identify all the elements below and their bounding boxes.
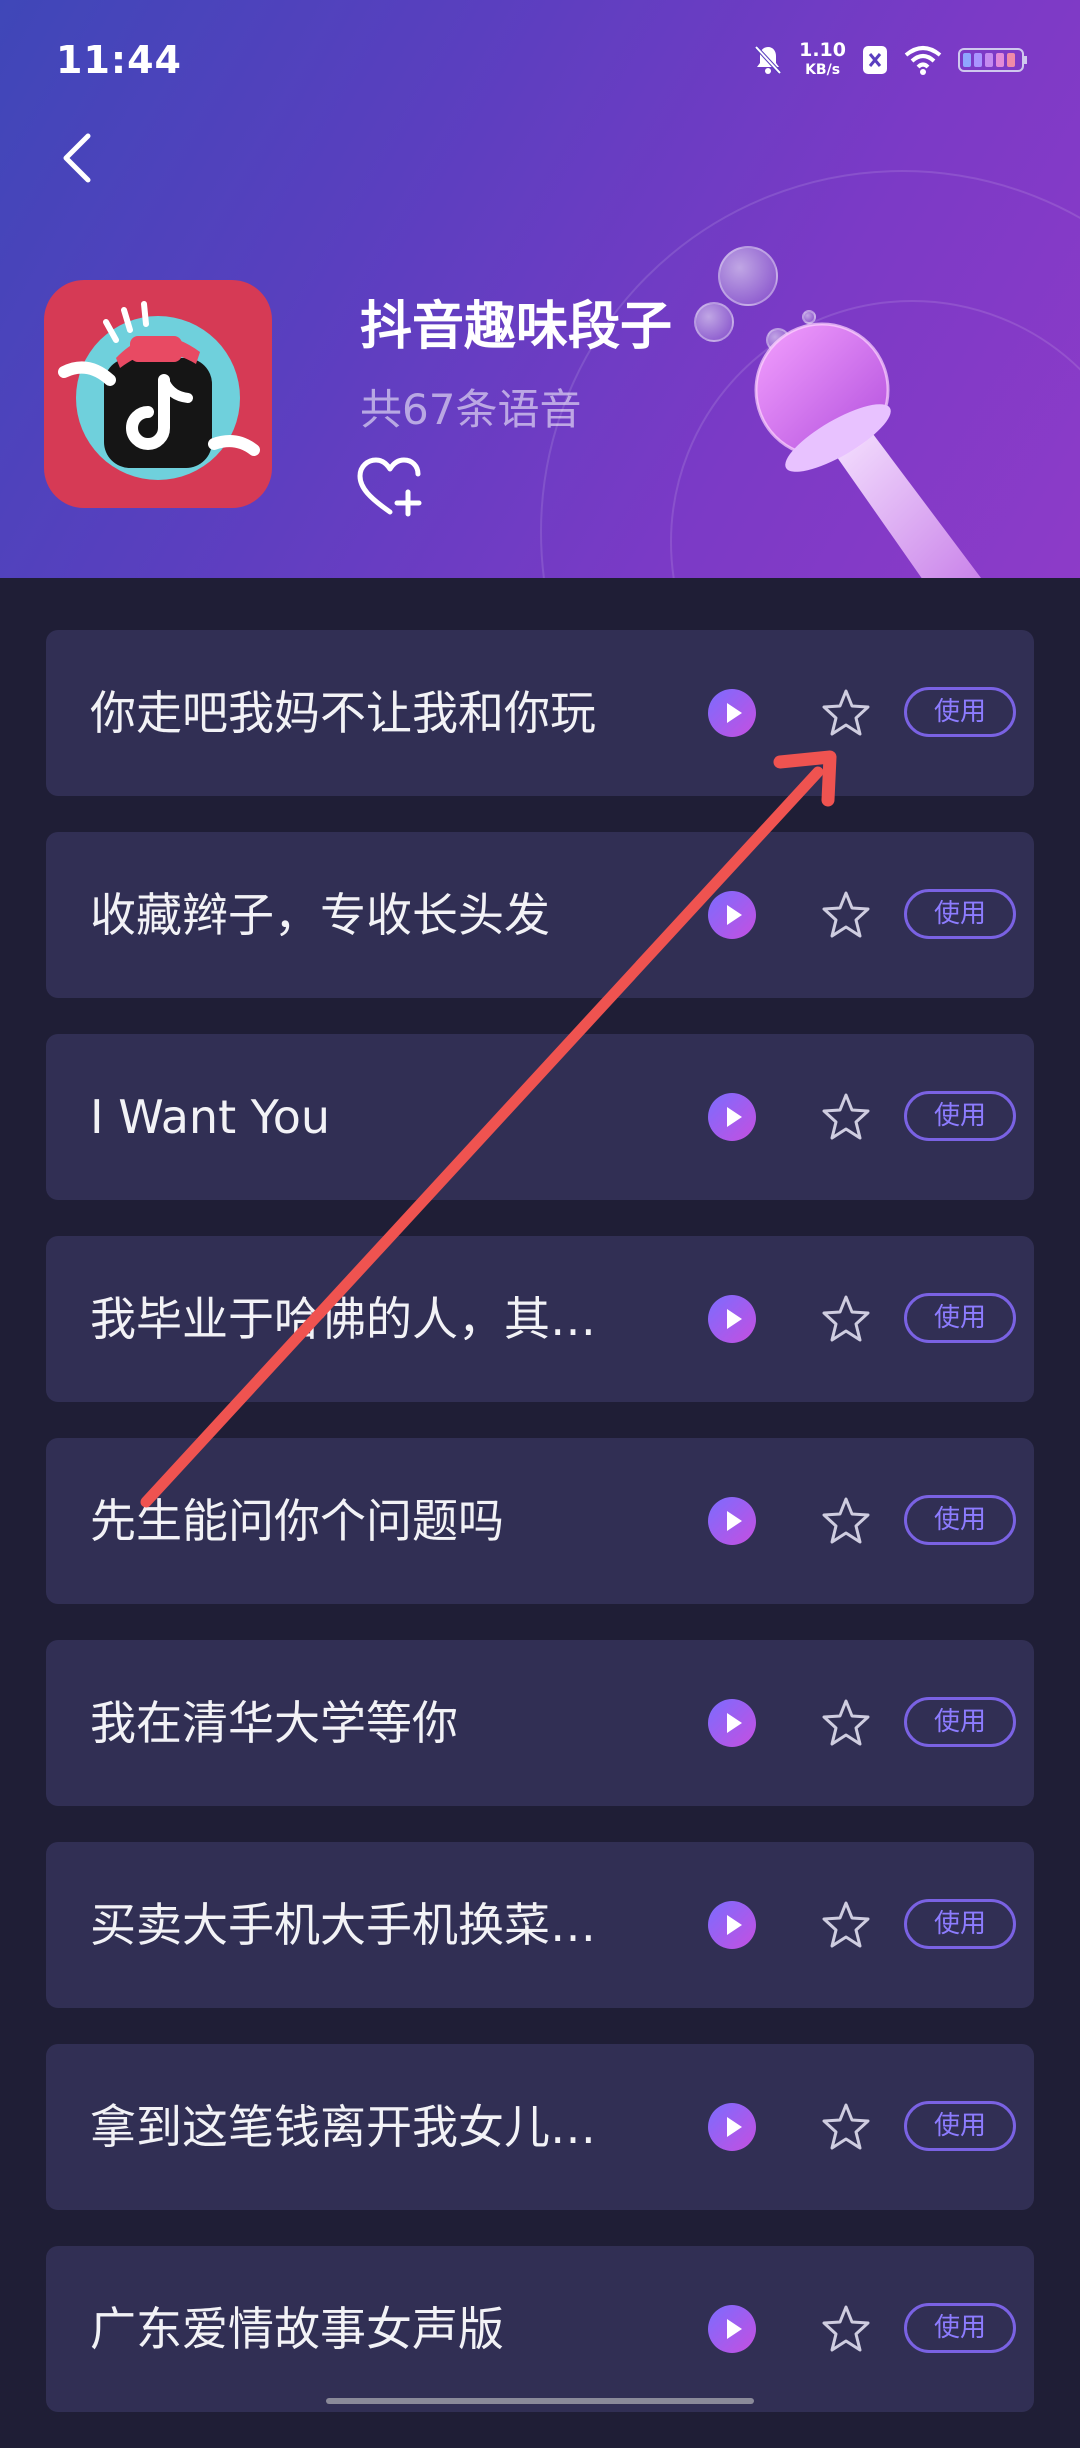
list-item: 拿到这笔钱离开我女儿… 使用 [46,2044,1034,2210]
list-item: 买卖大手机大手机换菜… 使用 [46,1842,1034,2008]
list-item: 收藏辫子，专收长头发 使用 [46,832,1034,998]
status-time: 11:44 [56,38,182,82]
voice-title[interactable]: 广东爱情故事女声版 [90,2246,504,2412]
voice-title[interactable]: 我在清华大学等你 [90,1640,458,1806]
status-icons: 1.10 KB/s [753,40,1028,80]
voice-title[interactable]: 我毕业于哈佛的人，其… [90,1236,596,1402]
battery-icon [958,48,1027,72]
play-icon[interactable] [708,1699,756,1747]
star-icon[interactable] [820,1294,872,1344]
voice-list: 你走吧我妈不让我和你玩 使用 收藏辫子，专收长头发 使用 I Want You … [46,630,1034,2448]
decor-bubble [694,302,734,342]
star-icon[interactable] [820,2304,872,2354]
list-item: 先生能问你个问题吗 使用 [46,1438,1034,1604]
play-icon[interactable] [708,891,756,939]
voice-title[interactable]: 先生能问你个问题吗 [90,1438,504,1604]
page-title: 抖音趣味段子 [360,297,673,357]
voice-count: 共67条语音 [360,385,582,434]
list-item: 我在清华大学等你 使用 [46,1640,1034,1806]
play-icon[interactable] [708,1093,756,1141]
voice-title[interactable]: 拿到这笔钱离开我女儿… [90,2044,596,2210]
status-bar: 11:44 1.10 KB/s [0,0,1080,120]
mute-bell-icon [754,45,782,75]
play-icon[interactable] [708,1295,756,1343]
star-icon[interactable] [820,1900,872,1950]
back-arrow-icon[interactable] [54,128,102,188]
use-button[interactable]: 使用 [904,687,1016,737]
star-icon[interactable] [820,688,872,738]
voice-title[interactable]: 买卖大手机大手机换菜… [90,1842,596,2008]
use-button[interactable]: 使用 [904,2101,1016,2151]
use-button[interactable]: 使用 [904,1697,1016,1747]
net-speed: 1.10 KB/s [799,40,846,80]
sim-icon [863,46,887,74]
use-button[interactable]: 使用 [904,889,1016,939]
use-button[interactable]: 使用 [904,1293,1016,1343]
use-button[interactable]: 使用 [904,2303,1016,2353]
play-icon[interactable] [708,689,756,737]
home-indicator[interactable] [326,2398,754,2404]
play-icon[interactable] [708,2103,756,2151]
use-button[interactable]: 使用 [904,1495,1016,1545]
play-icon[interactable] [708,1901,756,1949]
play-icon[interactable] [708,1497,756,1545]
star-icon[interactable] [820,1496,872,1546]
use-button[interactable]: 使用 [904,1899,1016,1949]
douyin-logo-icon [58,301,260,480]
list-item: 广东爱情故事女声版 使用 [46,2246,1034,2412]
voice-title[interactable]: 你走吧我妈不让我和你玩 [90,630,596,796]
header-banner: 11:44 1.10 KB/s 抖音趣味段子 共67条语音 [0,0,1080,578]
use-button[interactable]: 使用 [904,1091,1016,1141]
decor-bubble [718,246,778,306]
voice-title[interactable]: I Want You [90,1034,330,1200]
play-icon[interactable] [708,2305,756,2353]
net-speed-value: 1.10 [799,39,846,61]
microphone-illustration [754,322,981,578]
wifi-icon [904,46,942,75]
star-icon[interactable] [820,1092,872,1142]
douyin-app-icon [44,280,272,508]
heart-plus-icon[interactable] [356,456,424,520]
star-icon[interactable] [820,890,872,940]
voice-title[interactable]: 收藏辫子，专收长头发 [90,832,550,998]
list-item: 你走吧我妈不让我和你玩 使用 [46,630,1034,796]
star-icon[interactable] [820,2102,872,2152]
star-icon[interactable] [820,1698,872,1748]
net-speed-unit: KB/s [805,62,841,78]
list-item: 我毕业于哈佛的人，其… 使用 [46,1236,1034,1402]
list-item: I Want You 使用 [46,1034,1034,1200]
